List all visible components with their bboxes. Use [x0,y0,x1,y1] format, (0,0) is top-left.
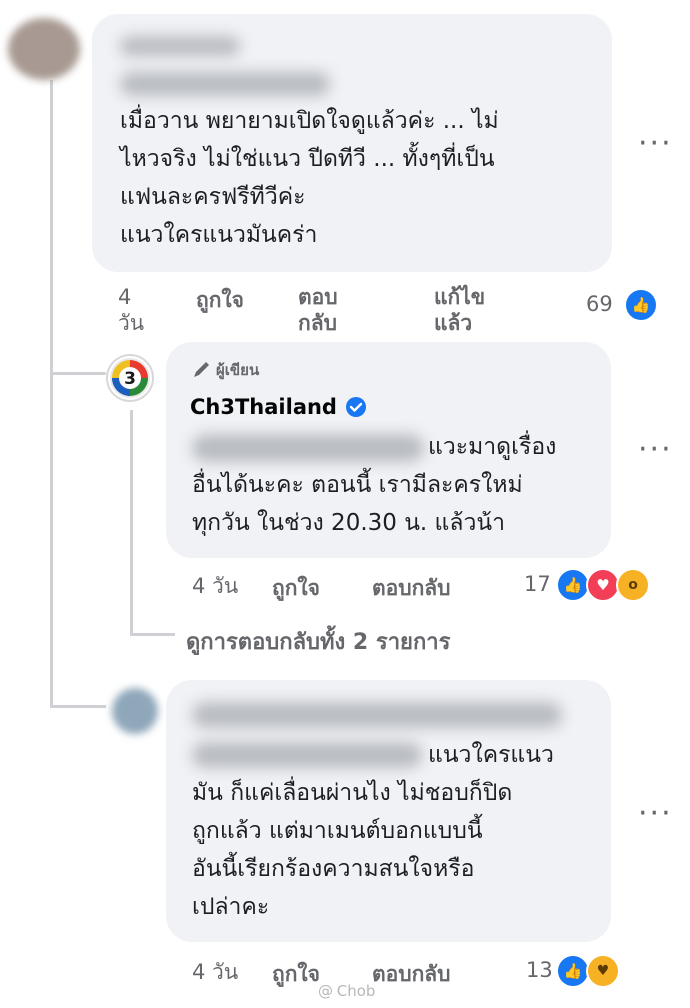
like-button[interactable]: ถูกใจ [272,958,320,991]
commenter-name-blurred [192,702,562,728]
reaction-count: 13 [526,958,553,982]
reply-text-line1: แวะมาดูเรื่อง [428,434,557,460]
like-button[interactable]: ถูกใจ [196,284,244,317]
more-options-icon[interactable]: ··· [638,129,673,159]
like-button[interactable]: ถูกใจ [272,572,320,605]
more-options-icon[interactable]: ··· [638,799,673,829]
edited-label[interactable]: แก้ไข แล้ว [434,284,485,336]
comment-text: มัน ก็แค่เลื่อนผ่านไง ไม่ชอบก็ปิด ถูกแล้… [192,780,513,920]
author-name[interactable]: Ch3Thailand [190,395,337,419]
comment-text-line1: แนวใครแนว [428,742,554,768]
comment-bubble: แนวใครแนว มัน ก็แค่เลื่อนผ่านไง ไม่ชอบก็… [166,680,611,942]
commenter-name-blurred [120,36,240,56]
pen-icon [194,362,209,377]
reply-thread-line [130,410,133,635]
reply-thread-branch [130,633,175,636]
more-options-icon[interactable]: ··· [638,435,673,465]
avatar[interactable]: 3 [106,354,154,402]
love-reaction-icon: ♥ [586,568,620,602]
mentioned-name-blurred [192,742,422,768]
care-reaction-icon: ♥ [586,954,620,988]
comment-bubble: เมื่อวาน พยายามเปิดใจดูแล้วค่ะ ... ไม่ ไ… [92,14,612,272]
reaction-count: 69 [586,292,613,316]
reply-button[interactable]: ตอบกลับ [372,572,451,605]
timestamp[interactable]: 4 วัน [192,956,238,989]
timestamp[interactable]: 4 วัน [192,570,238,603]
reaction-summary[interactable]: 17 👍 ♥ o [524,566,658,602]
reply-button[interactable]: ตอบ กลับ [298,284,338,336]
ch3-logo-icon: 3 [110,358,150,398]
verified-badge-icon [345,397,366,417]
thread-branch [50,372,106,375]
avatar[interactable] [8,18,80,80]
like-reaction-icon: 👍 [556,568,590,602]
author-badge: ผู้เขียน [192,358,259,382]
author-badge-label: ผู้เขียน [216,361,260,379]
wow-reaction-icon: o [616,568,650,602]
comment-text: เมื่อวาน พยายามเปิดใจดูแล้วค่ะ ... ไม่ ไ… [120,108,499,248]
watermark: @ Chob [318,982,376,1000]
reply-bubble: ผู้เขียน Ch3Thailand แวะมาดูเรื่อง อื่นไ… [166,342,611,558]
thread-branch [50,705,106,708]
commenter-name-blurred [120,72,330,96]
like-reaction-icon: 👍 [624,288,658,322]
reply-text: อื่นได้นะคะ ตอนนี้ เรามีละครใหม่ ทุกวัน … [192,472,523,536]
reaction-summary[interactable]: 13 👍 ♥ [526,952,630,988]
author-row[interactable]: Ch3Thailand [190,392,367,422]
thread-line [50,80,53,708]
reaction-summary[interactable]: 69 👍 [586,288,658,322]
view-replies-link[interactable]: ดูการตอบกลับทั้ง 2 รายการ [186,624,450,659]
mentioned-name-blurred [192,434,424,462]
svg-text:3: 3 [124,369,136,389]
avatar[interactable] [112,688,158,734]
reaction-count: 17 [524,572,551,596]
reply-button[interactable]: ตอบกลับ [372,958,451,991]
like-reaction-icon: 👍 [556,954,590,988]
timestamp[interactable]: 4 วัน [118,284,144,336]
